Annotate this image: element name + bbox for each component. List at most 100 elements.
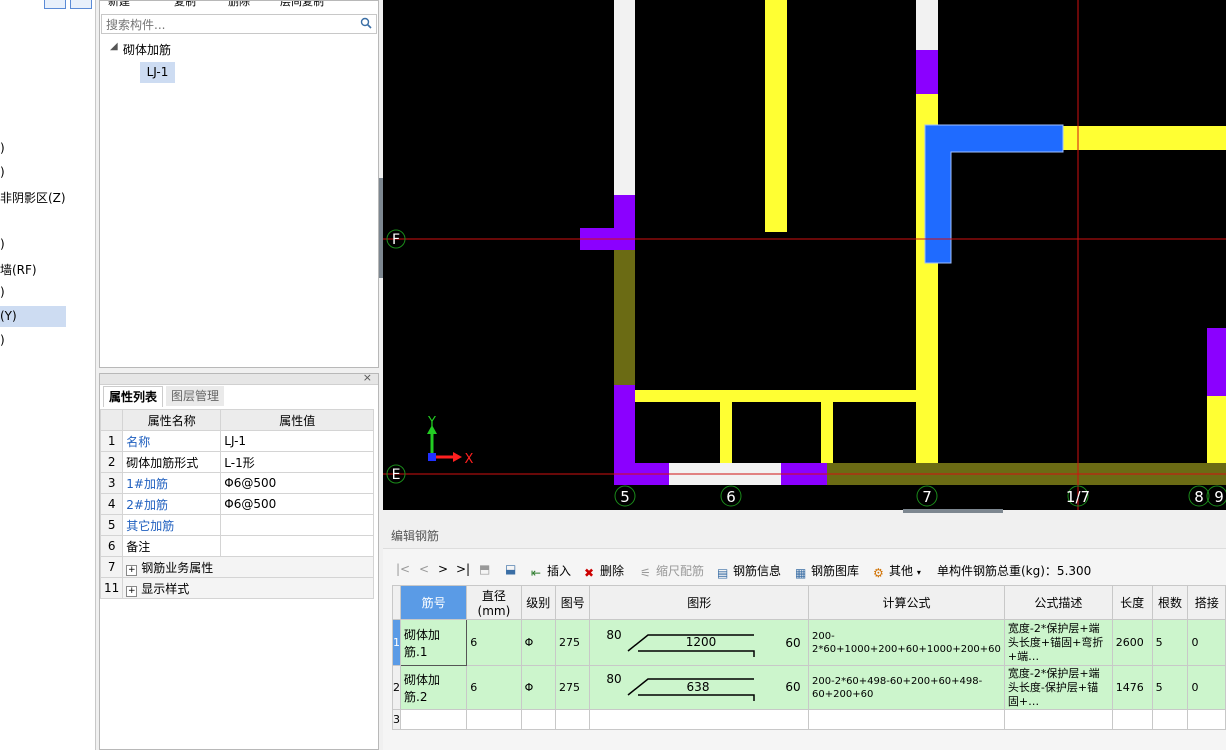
table-row-empty[interactable]: 3: [392, 709, 1226, 730]
property-name: 钢筋业务属性: [141, 560, 214, 575]
copy-button[interactable]: 复制: [174, 1, 196, 9]
property-row[interactable]: 6 备注: [99, 535, 375, 557]
shape-cell[interactable]: 80 638 60: [589, 665, 810, 710]
view-detail-button[interactable]: [70, 0, 92, 9]
diameter-cell[interactable]: 6: [466, 665, 522, 710]
tree-group-label[interactable]: 砌体加筋: [123, 41, 171, 58]
property-row[interactable]: 1 名称 LJ-1: [99, 430, 375, 452]
property-value[interactable]: [220, 514, 375, 536]
axis-label-5: 5: [620, 488, 630, 506]
first-button[interactable]: |<: [396, 562, 410, 576]
next-button[interactable]: >: [438, 562, 448, 576]
column-header[interactable]: 计算公式: [808, 585, 1005, 620]
property-row[interactable]: 2 砌体加筋形式 L-1形: [99, 451, 375, 473]
rebar-name-cell[interactable]: 砌体加筋.2: [399, 665, 468, 710]
rebar-info-button[interactable]: ▤ 钢筋信息: [717, 562, 781, 580]
property-row[interactable]: 3 1#加筋 Φ6@500: [99, 472, 375, 494]
grade-cell[interactable]: Φ: [520, 619, 557, 666]
insert-button[interactable]: ⇤ 插入: [531, 562, 571, 580]
list-item[interactable]: ): [0, 141, 5, 155]
lap-cell[interactable]: 0: [1187, 665, 1226, 710]
column-header[interactable]: 根数: [1151, 585, 1189, 620]
length-cell[interactable]: 2600: [1111, 619, 1153, 666]
property-value[interactable]: Φ6@500: [220, 493, 375, 515]
column-header[interactable]: 直径(mm): [466, 585, 522, 620]
collapse-triangle-icon[interactable]: ◢: [110, 41, 118, 52]
list-item[interactable]: 墙(RF): [0, 261, 37, 278]
chevron-down-icon: ▾: [916, 568, 921, 577]
last-button[interactable]: >|: [456, 562, 470, 576]
formula-cell[interactable]: 200-2*60+498-60+200+60+498-60+200+60: [808, 665, 1005, 710]
column-header[interactable]: 搭接: [1187, 585, 1226, 620]
scale-rebar-button[interactable]: ⚟ 缩尺配筋: [640, 562, 704, 580]
insert-icon: ⇤: [531, 566, 542, 580]
count-cell[interactable]: 5: [1151, 619, 1189, 666]
property-name: 其它加筋: [122, 514, 222, 536]
rebar-name-cell[interactable]: 砌体加筋.1: [399, 619, 468, 666]
editor-title: 编辑钢筋: [391, 529, 440, 543]
delete-icon: ✖: [584, 566, 595, 580]
expand-icon[interactable]: +: [126, 564, 138, 576]
delete-button[interactable]: 删除: [228, 1, 250, 9]
property-value[interactable]: [220, 535, 375, 557]
list-item[interactable]: ): [0, 333, 5, 347]
figure-number-cell[interactable]: 275: [554, 665, 591, 710]
column-header[interactable]: 长度: [1111, 585, 1153, 620]
prev-button[interactable]: <: [419, 562, 429, 576]
svg-text:638: 638: [687, 680, 710, 694]
move-up-icon[interactable]: ⬒: [479, 562, 490, 576]
lap-cell[interactable]: 0: [1187, 619, 1226, 666]
column-header[interactable]: 图号: [554, 585, 591, 620]
wall-segment: [916, 0, 938, 50]
left-panel: ) ) 非阴影区(Z) ) 墙(RF) ) (Y) ): [0, 0, 96, 750]
list-item[interactable]: ): [0, 237, 5, 251]
axis-label-6: 6: [726, 488, 736, 506]
other-dropdown[interactable]: ⚙ 其他 ▾: [873, 562, 921, 580]
property-row-group[interactable]: 11 + 显示样式: [99, 577, 375, 599]
search-input[interactable]: [104, 16, 358, 34]
list-item[interactable]: 非阴影区(Z): [0, 189, 66, 206]
svg-text:Y: Y: [427, 415, 436, 430]
table-row[interactable]: 2 砌体加筋.2 6 Φ 275 80 638 60 200-2*60+498-…: [392, 665, 1226, 710]
description-cell[interactable]: 宽度-2*保护层+端头长度-保护层+锚固+…: [1003, 665, 1113, 710]
selected-rebar-lj1[interactable]: [924, 124, 1064, 264]
description-cell[interactable]: 宽度-2*保护层+端头长度+锚固+弯折+端…: [1003, 619, 1113, 666]
list-item[interactable]: ): [0, 165, 5, 179]
figure-number-cell[interactable]: 275: [554, 619, 591, 666]
property-value[interactable]: L-1形: [220, 451, 375, 473]
diameter-cell[interactable]: 6: [466, 619, 522, 666]
rebar-library-button[interactable]: ▦ 钢筋图库: [795, 562, 859, 580]
length-cell[interactable]: 1476: [1111, 665, 1153, 710]
expand-icon[interactable]: +: [126, 585, 138, 597]
list-item-selected[interactable]: (Y): [0, 306, 66, 327]
formula-cell[interactable]: 200-2*60+1000+200+60+1000+200+60: [808, 619, 1005, 666]
property-value[interactable]: LJ-1: [220, 430, 375, 452]
tab-properties[interactable]: 属性列表: [103, 386, 164, 407]
tree-item-lj1[interactable]: LJ-1: [140, 62, 175, 83]
table-row[interactable]: 1 砌体加筋.1 6 Φ 275 80 1200 60 200-2*60+100…: [392, 619, 1226, 666]
new-button[interactable]: 新建: [108, 1, 130, 9]
property-row[interactable]: 5 其它加筋: [99, 514, 375, 536]
move-down-icon[interactable]: ⬓: [505, 562, 516, 576]
search-icon[interactable]: [360, 17, 372, 29]
column-header[interactable]: 级别: [520, 585, 557, 620]
splitter-handle[interactable]: [903, 509, 1003, 513]
view-list-button[interactable]: [44, 0, 66, 9]
property-row-group[interactable]: 7 + 钢筋业务属性: [99, 556, 375, 578]
svg-text:X: X: [465, 452, 474, 467]
column-header[interactable]: 图形: [589, 585, 810, 620]
close-icon[interactable]: ×: [363, 371, 372, 384]
list-item[interactable]: ): [0, 285, 5, 299]
wall-segment: [1207, 396, 1226, 463]
tab-layers[interactable]: 图层管理: [166, 386, 225, 406]
grade-cell[interactable]: Φ: [520, 665, 557, 710]
delete-row-button[interactable]: ✖ 删除: [584, 562, 624, 580]
shape-cell[interactable]: 80 1200 60: [589, 619, 810, 666]
column-header[interactable]: 筋号: [399, 585, 468, 620]
cad-drawing-canvas[interactable]: F E 5 6 7 1/7 8 9 Y X: [383, 0, 1226, 510]
count-cell[interactable]: 5: [1151, 665, 1189, 710]
column-header[interactable]: 公式描述: [1003, 585, 1113, 620]
floor-copy-button[interactable]: 层间复制: [280, 1, 324, 9]
property-row[interactable]: 4 2#加筋 Φ6@500: [99, 493, 375, 515]
property-value[interactable]: Φ6@500: [220, 472, 375, 494]
